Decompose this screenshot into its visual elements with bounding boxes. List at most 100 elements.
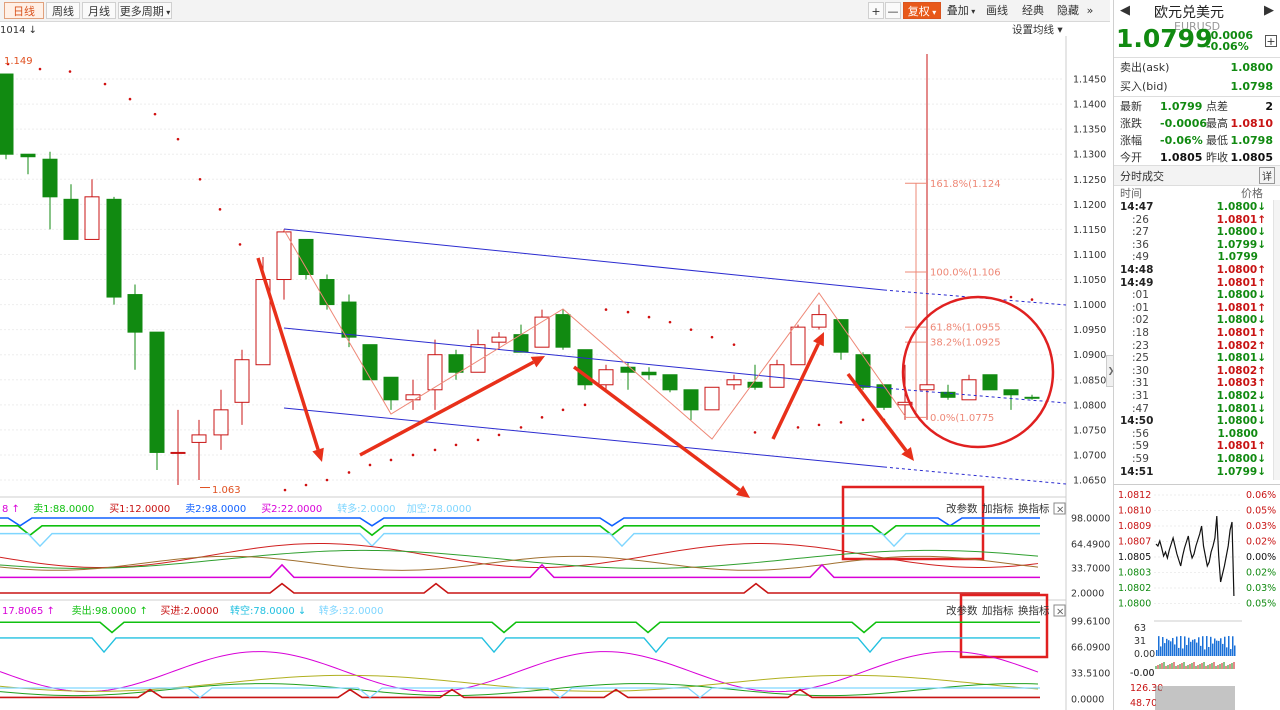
tick-row: 14:50 1.0800↓: [1114, 415, 1274, 427]
highlight-box: [841, 485, 985, 561]
tick-price: 1.0801↑: [1216, 276, 1266, 289]
overlay-button[interactable]: 叠加 ▾: [944, 2, 978, 19]
indicator-button[interactable]: 换指标: [1018, 604, 1050, 617]
stat-value: 1.0805: [1160, 151, 1203, 164]
candle-up: [170, 451, 186, 454]
mini-volume-tick: 0.00: [1134, 649, 1155, 660]
indicator-button[interactable]: 换指标: [1018, 502, 1050, 515]
mini-osc-tick: -0.00: [1130, 668, 1155, 679]
next-symbol-icon[interactable]: ▶: [1264, 3, 1274, 18]
candle-up: [704, 386, 720, 411]
sar-dot: [325, 478, 329, 482]
prev-symbol-icon[interactable]: ◀: [1120, 3, 1130, 18]
candle-down: [683, 389, 699, 411]
tick-row: :23 1.0802↑: [1114, 340, 1274, 352]
price-change: -0.0006 -0.06%: [1206, 30, 1253, 52]
mini-volume-bar: [1190, 641, 1192, 656]
indicator1-legend: 转多:2.0000: [337, 502, 395, 515]
ma-settings-link[interactable]: 设置均线 ▾: [1012, 23, 1063, 36]
tick-row: :01 1.0801↑: [1114, 302, 1274, 314]
tick-price: 1.0801↓: [1216, 402, 1266, 415]
sar-dot: [519, 426, 523, 429]
mini-volume-bar: [1198, 637, 1200, 656]
candle-up: [919, 384, 935, 391]
hide-button[interactable]: 隐藏: [1052, 2, 1084, 19]
indicator-button[interactable]: 改参数: [946, 604, 978, 617]
sar-dot: [561, 408, 565, 412]
mini-volume-bar: [1212, 643, 1214, 656]
period-month-tab[interactable]: 月线: [82, 2, 116, 19]
tick-time: :59: [1132, 453, 1149, 465]
tick-row: :59 1.0801↑: [1114, 440, 1274, 452]
arrow-head: [312, 447, 324, 462]
sar-dot: [861, 418, 865, 422]
price-axis-tick: 1.0650: [1073, 476, 1106, 487]
add-watchlist-button[interactable]: +: [1265, 35, 1277, 47]
tick-time: 14:50: [1120, 415, 1154, 428]
more-icon[interactable]: »: [1084, 2, 1096, 19]
sar-dot: [817, 423, 821, 427]
indicator2-axis-tick: 33.5100: [1071, 668, 1110, 679]
price-axis-tick: 1.0850: [1073, 375, 1106, 386]
sar-dot: [176, 137, 180, 141]
price-axis-tick: 1.0900: [1073, 350, 1106, 361]
stat-value: 1.0799: [1160, 100, 1203, 113]
mini-pct-tick: 0.00%: [1246, 552, 1276, 563]
zoom-out-button[interactable]: —: [885, 2, 901, 19]
classic-button[interactable]: 经典: [1018, 2, 1048, 19]
candle-down: [319, 279, 335, 306]
price-axis-tick: 1.1100: [1073, 250, 1106, 261]
tick-row: 14:49 1.0801↑: [1114, 277, 1274, 289]
tick-time: :31: [1132, 377, 1149, 390]
sar-dot: [1009, 295, 1013, 299]
tick-price: 1.0801↓: [1216, 352, 1266, 365]
ticks-scrollbar[interactable]: [1273, 200, 1280, 480]
candle-up: [191, 434, 207, 443]
tick-price: 1.0803↑: [1216, 377, 1266, 390]
candle-down: [149, 331, 165, 453]
mini-pct-tick: 0.03%: [1246, 521, 1276, 532]
sar-dot: [626, 310, 630, 314]
candle-down: [855, 354, 871, 388]
indicator1-legend: 8 ↑: [2, 504, 20, 515]
intraday-mini-chart[interactable]: 1.0812 0.06% 1.0810 0.05% 1.0809 0.03% 1.0807 0…: [1114, 486, 1280, 710]
fib-label: 0.0%(1.0775: [930, 413, 994, 424]
ticks-columns: 时间 价格: [1114, 185, 1280, 202]
period-day-tab[interactable]: 日线: [4, 2, 44, 19]
draw-line-button[interactable]: 画线: [982, 2, 1012, 19]
indicator2-legend: 转空:78.0000 ↓: [230, 604, 306, 617]
tick-time: 14:51: [1120, 465, 1154, 478]
chart-toolbar: 日线 周线 月线 更多周期 ▾ + — 复权 ▾ 叠加 ▾ 画线 经典 隐藏 »: [0, 0, 1110, 22]
candle-down: [341, 301, 357, 338]
kline-chart[interactable]: 1014 ↓ 设置均线 ▾ 1.1450 1.1400 1.1350 1.1300 1.12…: [0, 22, 1110, 710]
candle-down: [641, 371, 657, 376]
zoom-in-button[interactable]: +: [868, 2, 884, 19]
stat-row: 最新 1.0799 点差 2: [1114, 98, 1280, 115]
mini-price-line: [1155, 515, 1235, 597]
mini-volume-bar: [1196, 642, 1198, 656]
mini-volume-bar: [1194, 639, 1196, 656]
arrow-shaft: [359, 360, 535, 457]
channel-lower: [283, 407, 885, 468]
period-week-tab[interactable]: 周线: [46, 2, 80, 19]
indicator-button[interactable]: 加指标: [982, 604, 1014, 617]
high-price-label: 1.149: [4, 56, 33, 67]
sar-dot: [497, 433, 501, 437]
indicator1-axis-tick: 33.7000: [1071, 564, 1110, 575]
mini-pct-tick: 0.02%: [1246, 537, 1276, 548]
mini-volume-bar: [1162, 637, 1164, 656]
price-axis-tick: 1.1150: [1073, 225, 1106, 236]
indicator1-wave: [0, 555, 1039, 571]
indicator2-wave: [0, 651, 1039, 693]
indicator-button[interactable]: 改参数: [946, 502, 978, 515]
indicator2-sell-line: [0, 621, 1040, 634]
sar-dot: [647, 315, 651, 319]
sar-dot: [368, 463, 372, 467]
sar-dot: [347, 471, 351, 474]
fuquan-button[interactable]: 复权 ▾: [903, 2, 941, 19]
ticks-detail-button[interactable]: 详: [1259, 167, 1275, 184]
more-period-dropdown[interactable]: 更多周期 ▾: [118, 2, 172, 19]
mini-price-tick: 1.0805: [1118, 552, 1151, 563]
indicator-button[interactable]: 加指标: [982, 502, 1014, 515]
sar-dot: [103, 82, 107, 86]
